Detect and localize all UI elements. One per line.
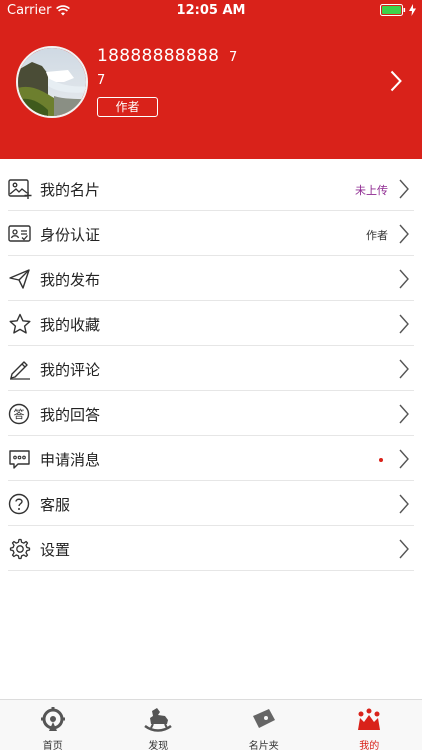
pencil-icon [8, 358, 32, 380]
menu-value-status: 作者 [366, 227, 388, 243]
menu-label: 我的回答 [40, 404, 100, 425]
chevron-right-icon [399, 494, 409, 514]
answer-icon: 答 [8, 403, 32, 425]
crown-icon [354, 706, 384, 734]
chevron-right-icon [399, 269, 409, 289]
menu-item-customer-service[interactable]: 客服 [0, 481, 422, 526]
tab-bar: 首页 发现 名片夹 我的 [0, 699, 422, 750]
chevron-right-icon[interactable] [390, 70, 402, 92]
menu-label: 设置 [40, 539, 70, 560]
menu-item-my-posts[interactable]: 我的发布 [0, 256, 422, 301]
menu-item-settings[interactable]: 设置 [0, 526, 422, 571]
menu-label: 身份认证 [40, 224, 100, 245]
home-icon [38, 706, 68, 734]
tab-home[interactable]: 首页 [0, 700, 106, 750]
tab-mine[interactable]: 我的 [317, 700, 422, 750]
menu-item-identity[interactable]: 身份认证 作者 [0, 211, 422, 256]
chevron-right-icon [399, 404, 409, 424]
svg-text:答: 答 [14, 407, 25, 421]
send-icon [8, 268, 32, 290]
star-icon [8, 313, 32, 335]
avatar[interactable] [16, 46, 88, 118]
menu-label: 我的发布 [40, 269, 100, 290]
menu-list: 我的名片 未上传 身份认证 作者 我的发布 [0, 166, 422, 571]
menu-label: 我的收藏 [40, 314, 100, 335]
phone-suffix: 7 [229, 50, 237, 65]
rocking-horse-icon [143, 706, 173, 734]
phone-number: 18888888888 [97, 46, 219, 66]
chevron-right-icon [399, 359, 409, 379]
help-icon [8, 493, 32, 515]
message-icon [8, 448, 32, 470]
chevron-right-icon [399, 449, 409, 469]
tab-discover[interactable]: 发现 [106, 700, 212, 750]
menu-item-favorites[interactable]: 我的收藏 [0, 301, 422, 346]
menu-label: 我的评论 [40, 359, 100, 380]
wallet-icon [249, 706, 279, 734]
menu-label: 申请消息 [40, 449, 100, 470]
chevron-right-icon [399, 179, 409, 199]
role-badge: 作者 [97, 97, 158, 117]
menu-item-business-card[interactable]: 我的名片 未上传 [0, 166, 422, 211]
tab-card-holder[interactable]: 名片夹 [211, 700, 317, 750]
sub-number: 7 [97, 73, 105, 88]
menu-item-comments[interactable]: 我的评论 [0, 346, 422, 391]
menu-item-applications[interactable]: 申请消息 [0, 436, 422, 481]
charging-icon [409, 4, 416, 16]
menu-label: 客服 [40, 494, 70, 515]
gear-icon [8, 538, 32, 560]
battery-icon [380, 4, 406, 16]
status-bar: Carrier 12:05 AM [0, 0, 422, 22]
id-card-icon [8, 223, 32, 245]
chevron-right-icon [399, 539, 409, 559]
status-time: 12:05 AM [0, 3, 422, 18]
status-right [380, 4, 416, 16]
unread-dot [379, 458, 383, 462]
chevron-right-icon [399, 224, 409, 244]
menu-item-answers[interactable]: 答 我的回答 [0, 391, 422, 436]
chevron-right-icon [399, 314, 409, 334]
menu-value-status: 未上传 [355, 182, 388, 198]
card-image-icon [8, 178, 32, 200]
menu-label: 我的名片 [40, 179, 100, 200]
profile-header[interactable]: 18888888888 7 7 作者 [0, 22, 422, 159]
avatar-image [18, 48, 88, 118]
